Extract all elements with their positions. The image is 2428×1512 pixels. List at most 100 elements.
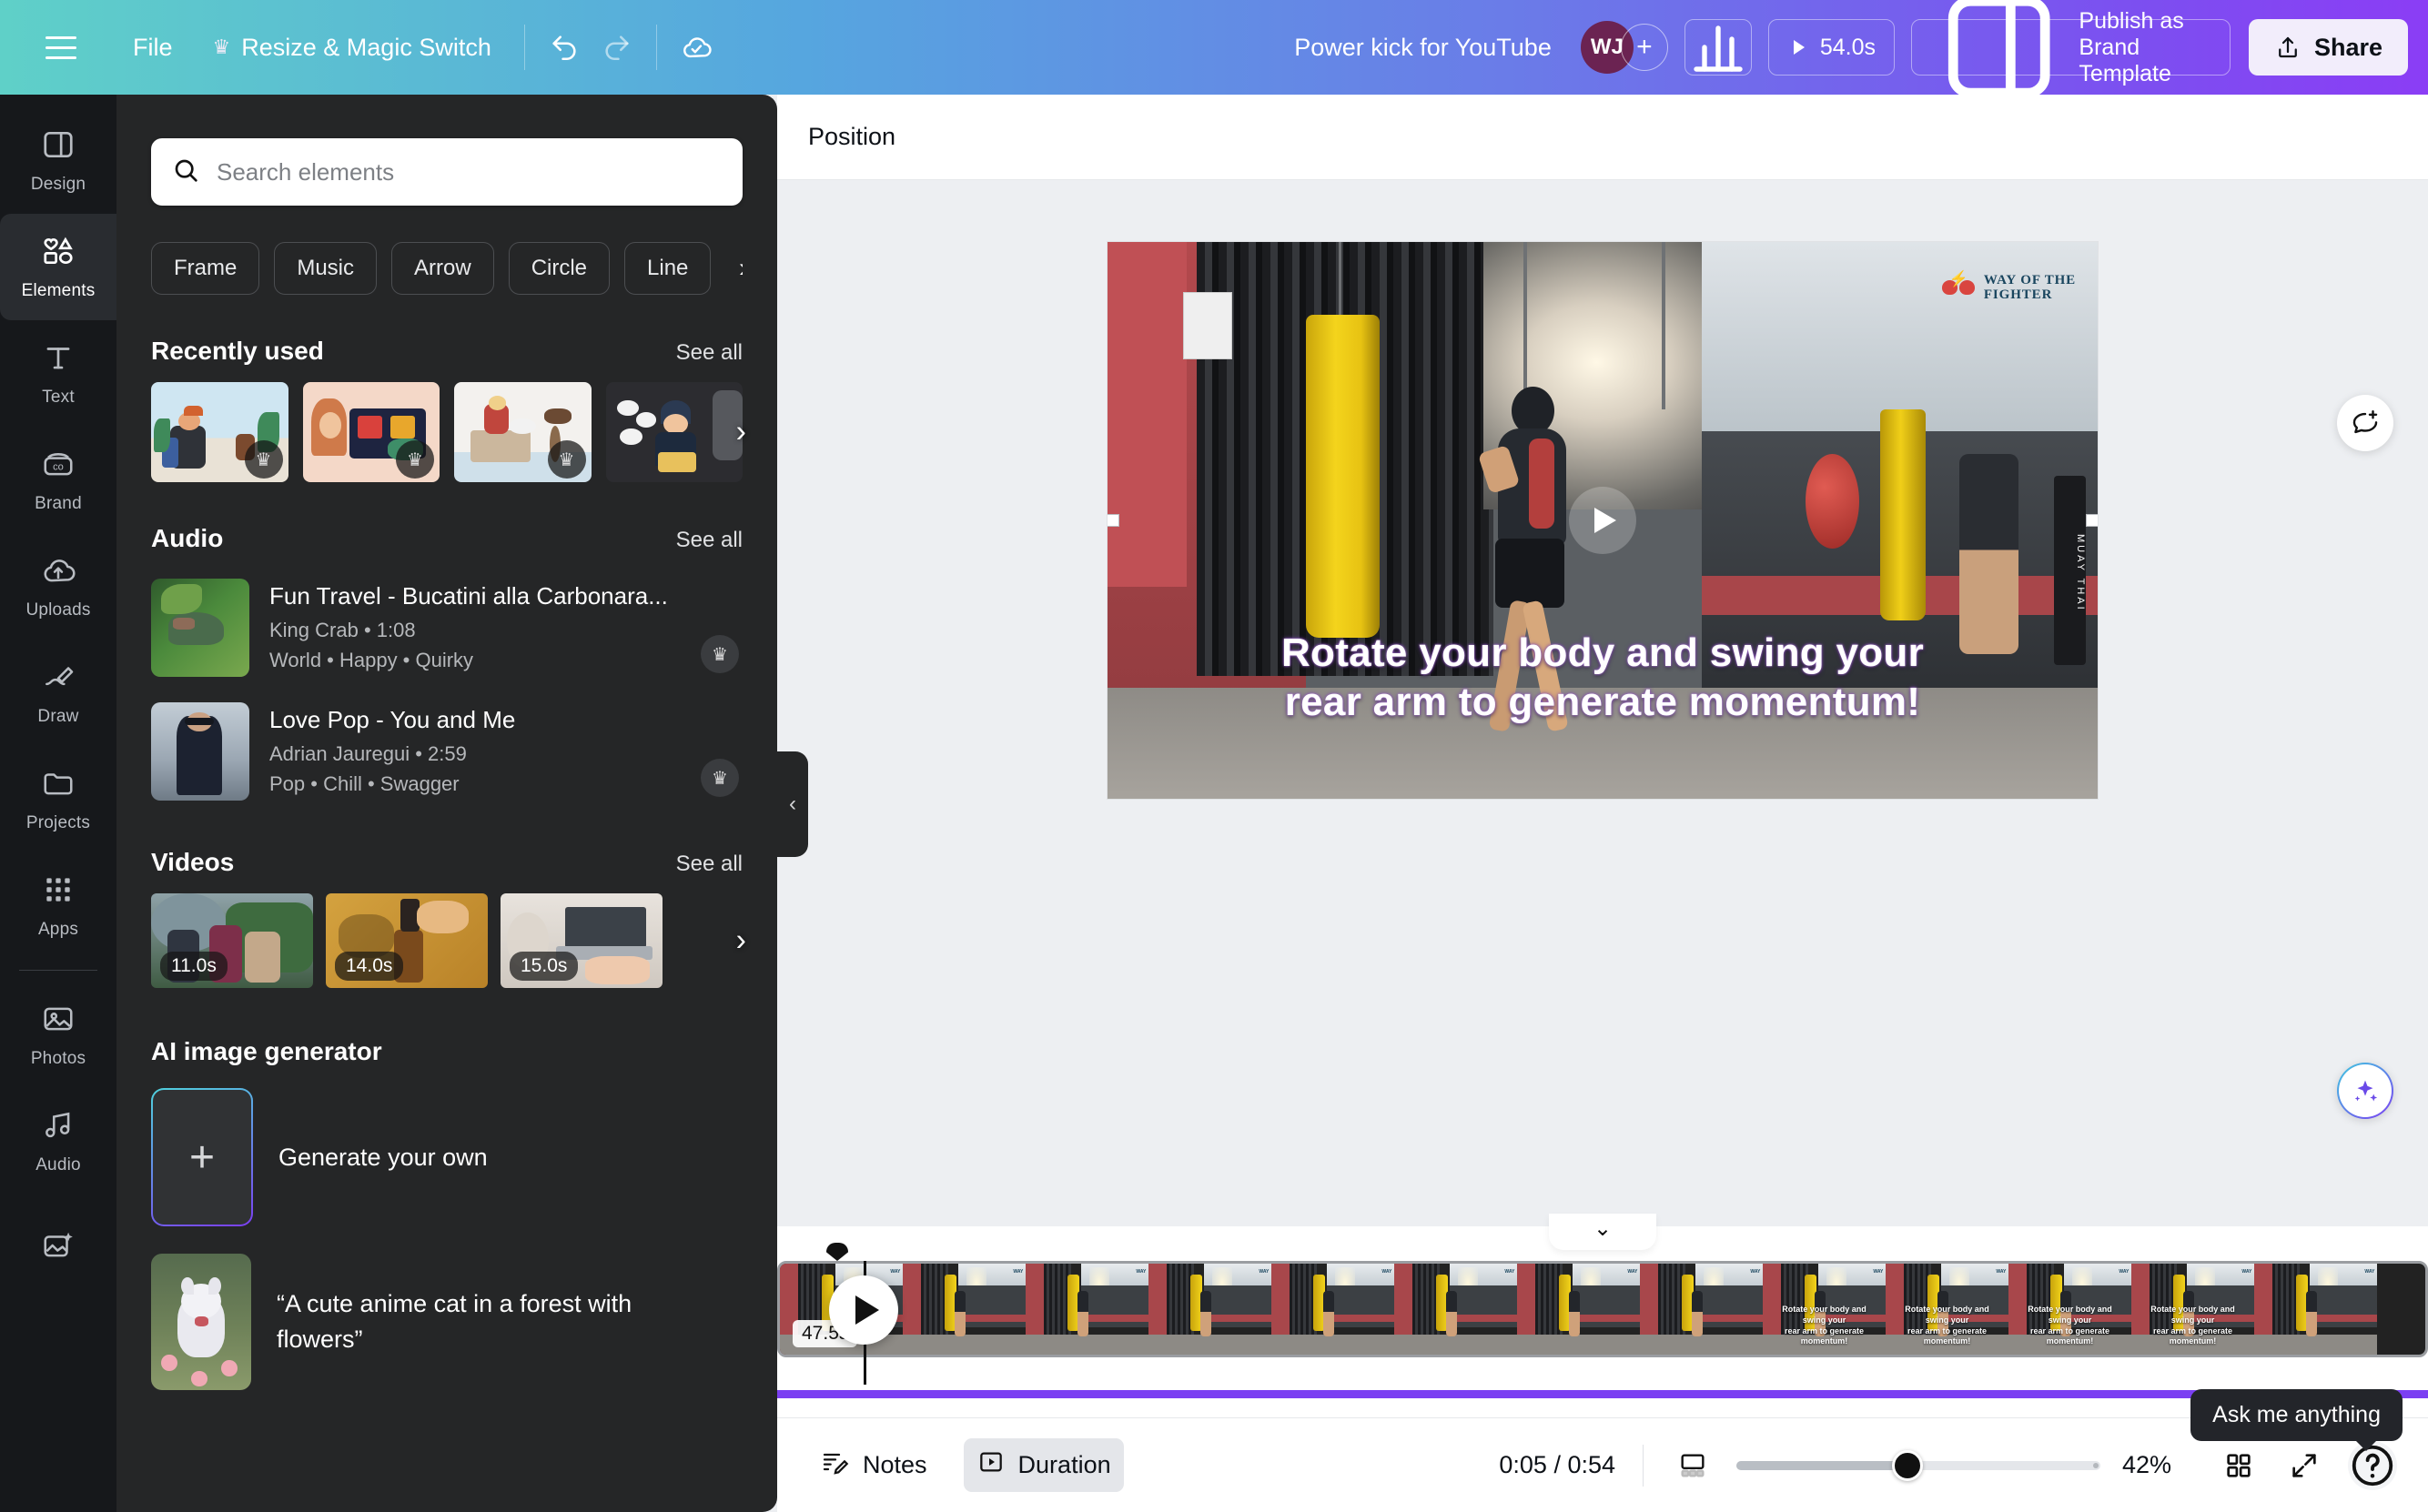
timeline-frame[interactable]: WAY Rotate your body and swing your rear… [2008, 1264, 2131, 1355]
ask-me-anything-tooltip: Ask me anything [2190, 1389, 2403, 1441]
list-item[interactable]: 15.0s [501, 893, 663, 988]
undo-icon[interactable] [538, 21, 591, 74]
timeline-clip-strip[interactable]: WAY WAY WAY WAY WAY WAY WAY WAY WAY Rota… [777, 1261, 2428, 1357]
chip-line[interactable]: Line [624, 242, 711, 295]
comment-add-icon[interactable] [2337, 395, 2393, 451]
time-display: 0:05 / 0:54 [1499, 1451, 1615, 1479]
sidebar-item-text[interactable]: Text [0, 320, 116, 427]
magic-sparkle-icon[interactable] [2337, 1063, 2393, 1119]
sidebar-item-projects[interactable]: Projects [0, 746, 116, 852]
see-all-recently-used[interactable]: See all [676, 340, 743, 366]
timeline-frame-caption: Rotate your body and swing your rear arm… [1770, 1305, 1878, 1347]
chip-music[interactable]: Music [274, 242, 377, 295]
generate-your-own-button[interactable]: + Generate your own [151, 1088, 743, 1226]
file-menu-label: File [133, 34, 173, 62]
audio-header: Audio See all [151, 524, 743, 553]
pages-view-icon[interactable] [1671, 1444, 1715, 1487]
chevron-right-icon[interactable]: › [736, 923, 746, 959]
list-item[interactable]: ♛ [151, 382, 288, 482]
timeline-play-button[interactable] [829, 1275, 898, 1345]
share-button[interactable]: Share [2249, 19, 2408, 76]
chevron-right-icon[interactable]: › [736, 415, 746, 450]
sidebar-item-photos[interactable]: Photos [0, 982, 116, 1088]
sidebar-item-draw[interactable]: Draw [0, 640, 116, 746]
sidebar-item-brand[interactable]: co Brand [0, 427, 116, 533]
play-duration-button[interactable]: 54.0s [1768, 19, 1895, 76]
list-item[interactable]: ♛ [454, 382, 592, 482]
list-item[interactable]: 14.0s [326, 893, 488, 988]
insights-button[interactable] [1684, 19, 1752, 76]
selection-handle-left[interactable] [1108, 514, 1119, 527]
chevron-right-icon[interactable]: › [739, 253, 743, 284]
timeline-frame[interactable]: WAY Rotate your body and swing your rear… [1886, 1264, 2008, 1355]
pro-crown-icon: ♛ [701, 635, 739, 673]
chip-frame[interactable]: Frame [151, 242, 259, 295]
duration-icon [976, 1447, 1006, 1483]
timeline-frame[interactable]: WAY [1271, 1264, 1394, 1355]
resize-magic-switch-button[interactable]: ♛ Resize & Magic Switch [193, 23, 511, 73]
list-item[interactable]: 11.0s [151, 893, 313, 988]
notes-button[interactable]: Notes [808, 1438, 940, 1492]
timeline-frame[interactable]: WAY [1148, 1264, 1271, 1355]
hamburger-icon[interactable] [35, 21, 87, 74]
sidebar-item-apps[interactable]: Apps [0, 852, 116, 959]
list-item[interactable]: ♛ [303, 382, 440, 482]
sidebar-item-audio[interactable]: Audio [0, 1088, 116, 1194]
search-input[interactable] [217, 158, 723, 186]
timeline-frame[interactable]: WAY Rotate your body and swing your rear… [1763, 1264, 1886, 1355]
ai-plus-tile[interactable]: + [151, 1088, 253, 1226]
see-all-videos[interactable]: See all [676, 852, 743, 877]
notes-label: Notes [863, 1451, 927, 1479]
list-item[interactable]: Love Pop - You and Me Adrian Jauregui • … [151, 702, 743, 801]
chip-circle[interactable]: Circle [509, 242, 610, 295]
timeline-frame[interactable]: WAY [1394, 1264, 1517, 1355]
duration-button[interactable]: Duration [964, 1438, 1124, 1492]
sidebar-item-more[interactable] [0, 1194, 116, 1301]
video-canvas[interactable]: MUAY THAI ⚡ WAY OF THE FIGHTER Rotate yo… [1108, 242, 2098, 799]
list-item[interactable]: Fun Travel - Bucatini alla Carbonara... … [151, 579, 743, 677]
timeline-frame[interactable]: WAY Rotate your body and swing your rear… [2131, 1264, 2254, 1355]
ai-prompt-example[interactable]: “A cute anime cat in a forest with flowe… [151, 1254, 743, 1390]
sidebar-item-elements[interactable]: Elements [0, 214, 116, 320]
sidebar-item-uploads[interactable]: Uploads [0, 533, 116, 640]
list-item[interactable] [606, 382, 744, 482]
audio-title: Fun Travel - Bucatini alla Carbonara... [269, 582, 743, 610]
chevron-left-icon: ‹ [789, 791, 796, 817]
redo-icon[interactable] [591, 21, 643, 74]
timeline-frame[interactable]: WAY [903, 1264, 1026, 1355]
selection-handle-right[interactable] [2086, 514, 2098, 527]
resize-magic-switch-label: Resize & Magic Switch [241, 34, 491, 62]
share-label: Share [2314, 34, 2382, 62]
file-menu-button[interactable]: File [113, 23, 193, 73]
total-duration-label: 54.0s [1820, 35, 1876, 61]
timeline-progress-bar[interactable] [777, 1390, 2428, 1398]
timeline-frame[interactable]: WAY [1026, 1264, 1148, 1355]
search-input-wrapper[interactable] [151, 138, 743, 206]
publish-brand-template-button[interactable]: Publish as Brand Template [1911, 19, 2231, 76]
zoom-slider-knob[interactable] [1892, 1450, 1923, 1481]
add-collaborator-button[interactable]: + [1621, 24, 1668, 71]
position-button[interactable]: Position [808, 123, 895, 151]
canvas-play-button[interactable] [1569, 487, 1636, 554]
timeline-expand-button[interactable]: ⌄ [1549, 1214, 1656, 1250]
timeline-frame[interactable]: WAY [1640, 1264, 1763, 1355]
cloud-check-icon[interactable] [670, 21, 723, 74]
fullscreen-icon[interactable] [2282, 1444, 2326, 1487]
video-caption[interactable]: Rotate your body and swing your rear arm… [1148, 629, 2059, 726]
sidebar-item-label: Audio [35, 1155, 81, 1175]
timeline-frame[interactable]: WAY [2254, 1264, 2377, 1355]
design-icon [41, 127, 76, 166]
zoom-slider[interactable] [1736, 1461, 2100, 1470]
magic-media-icon [41, 1228, 76, 1267]
timeline-frame[interactable]: WAY [1517, 1264, 1640, 1355]
sidebar-item-design[interactable]: Design [0, 107, 116, 214]
frame-caption-line-2: rear arm to generate momentum! [1770, 1326, 1878, 1347]
panel-collapse-button[interactable]: ‹ [777, 751, 808, 857]
frame-caption-line-1: Rotate your body and swing your [2139, 1305, 2247, 1326]
chip-arrow[interactable]: Arrow [391, 242, 494, 295]
document-title[interactable]: Power kick for YouTube [1278, 25, 1568, 71]
divider [656, 25, 657, 70]
see-all-audio[interactable]: See all [676, 528, 743, 553]
grid-view-icon[interactable] [2217, 1444, 2261, 1487]
position-toolbar: Position [777, 95, 2428, 180]
